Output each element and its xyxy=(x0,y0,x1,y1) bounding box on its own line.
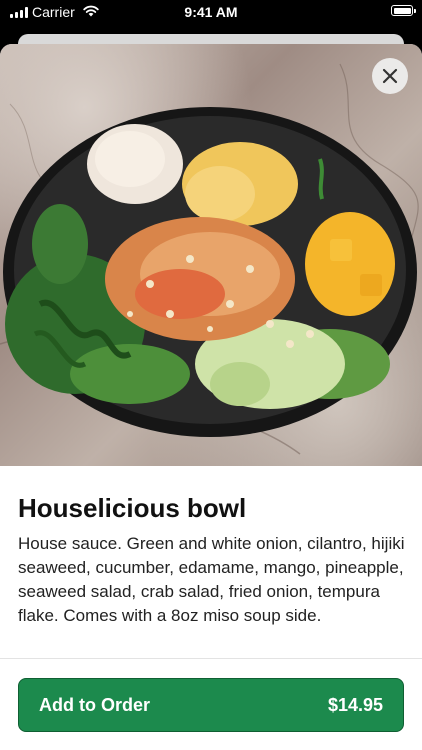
price-label: $14.95 xyxy=(327,694,383,715)
poke-bowl-photo xyxy=(0,44,422,466)
add-to-order-label: Add to Order xyxy=(39,694,150,715)
item-info: Houselicious bowl House sauce. Green and… xyxy=(18,492,408,628)
dish-title: Houselicious bowl xyxy=(18,493,247,523)
add-to-order-button[interactable]: Add to Order $14.95 xyxy=(18,678,404,732)
dish-description: House sauce. Green and white onion, cila… xyxy=(18,534,405,625)
status-time: 9:41 AM xyxy=(184,4,238,20)
status-bar: Carrier 9:41 AM xyxy=(0,0,422,26)
battery-icon xyxy=(391,5,416,16)
close-button[interactable] xyxy=(372,58,408,94)
close-icon xyxy=(382,68,398,84)
item-detail-sheet: Houselicious bowl House sauce. Green and… xyxy=(0,44,422,750)
divider xyxy=(0,658,422,659)
